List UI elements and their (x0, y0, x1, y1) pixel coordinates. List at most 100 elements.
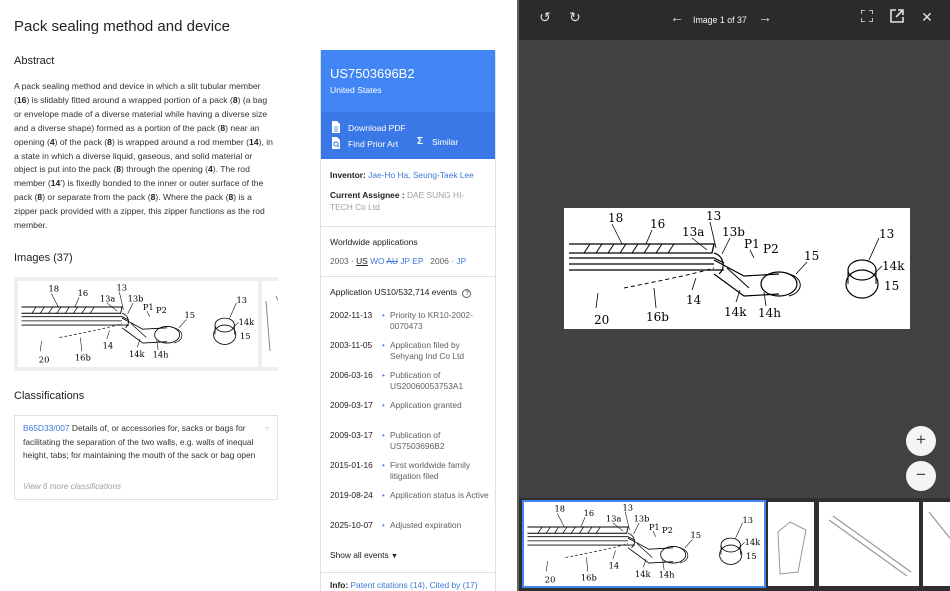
zoom-in-button[interactable]: + (906, 426, 936, 456)
citations-link[interactable]: Patent citations (14), Cited by (17) (350, 580, 477, 590)
event-description: Application status is Active (390, 489, 489, 500)
reference-numeral: 14 (249, 136, 259, 147)
find-prior-art-button[interactable]: Find Prior Art (330, 136, 486, 152)
patent-country: United States (330, 85, 382, 95)
inventor-label: Inventor: (330, 170, 366, 180)
assignee-label: Current Assignee : (330, 189, 405, 200)
close-icon[interactable]: ✕ (917, 9, 937, 26)
image-counter: Image 1 of 37 (693, 15, 747, 25)
search-document-icon (330, 136, 342, 152)
images-heading: Images (37) (14, 252, 73, 264)
classification-code-link[interactable]: B65D33/007 (23, 423, 70, 433)
page-title: Pack sealing method and device (14, 18, 230, 35)
rotate-left-icon[interactable]: ↺ (535, 9, 555, 26)
images-carousel[interactable] (14, 277, 278, 371)
chevron-down-icon[interactable]: ▿ (265, 422, 269, 436)
event-description: Application filed by Sehyang Ind Co Ltd (390, 339, 465, 361)
abstract-heading: Abstract (14, 55, 55, 67)
download-pdf-button[interactable]: Download PDF (330, 120, 486, 136)
ww-country-link[interactable]: AU (386, 256, 398, 266)
event-date: 2019-08-24 (330, 489, 373, 500)
patent-figure-thumbnail (928, 511, 950, 540)
event-date: 2006-03-16 (330, 369, 373, 380)
timeline-dot-icon: • (382, 400, 385, 410)
event-date: 2025-10-07 (330, 519, 373, 530)
abstract-segment: ) is wrapped around a rod member ( (111, 136, 250, 147)
patent-figure-thumbnail (21, 281, 256, 365)
ww-year: 2003 (330, 255, 349, 266)
event-description: Application granted (390, 399, 462, 410)
event-row: 2002-11-13 • Priority to KR10-2002-0070473 (321, 310, 495, 340)
patent-summary-panel: US7503696B2 United States Download PDF F… (320, 50, 496, 591)
zoom-out-button[interactable]: − (906, 461, 936, 491)
timeline-dot-icon: • (382, 430, 385, 440)
show-all-events-label: Show all events (330, 549, 389, 560)
image-thumbnail[interactable] (18, 281, 258, 367)
patent-number: US7503696B2 (330, 66, 415, 81)
similar-button[interactable]: Σ Similar (414, 136, 458, 147)
timeline-dot-icon: • (382, 310, 385, 320)
event-row: 2015-01-16 • First worldwide family litiga… (321, 460, 495, 490)
event-date: 2015-01-16 (330, 459, 373, 470)
filmstrip-thumbnail-selected[interactable] (522, 500, 766, 588)
event-row: 2025-10-07 • Adjusted expiration (321, 520, 495, 550)
ww-country-link[interactable]: JP (456, 256, 466, 266)
find-prior-art-label: Find Prior Art (348, 139, 399, 149)
patent-header-card: US7503696B2 United States (321, 50, 495, 112)
current-patent-image[interactable]: 18 16 13 13a 13b P1 P2 15 13 14k 15 20 1… (564, 208, 910, 329)
event-row: 2009-03-17 • Publication of US7503696B2 (321, 430, 495, 460)
inventor-links[interactable]: Jae-Ho Ha, Seung-Taek Lee (368, 170, 474, 180)
info-links: Info: Patent citations (14), Cited by (1… (321, 572, 495, 591)
patent-main-column: Pack sealing method and device Abstract … (0, 0, 300, 591)
open-in-new-icon[interactable] (887, 9, 907, 26)
patent-actions: Download PDF Find Prior Art Σ Similar (321, 112, 495, 159)
abstract-segment: ) of the pack ( (54, 136, 108, 147)
patent-figure-thumbnail (828, 515, 912, 577)
event-date: 2009-03-17 (330, 399, 373, 410)
info-label: Info: (330, 580, 349, 590)
abstract-segment: ) or separate from the pack ( (42, 192, 151, 203)
abstract-segment: ) is slidably fitted around a wrapped po… (26, 94, 233, 105)
arrow-right-icon[interactable]: → (755, 9, 775, 25)
reference-numeral: 16 (16, 94, 27, 105)
filmstrip-thumbnail[interactable] (923, 502, 950, 586)
chevron-down-icon: ▼ (391, 552, 398, 560)
show-all-events-button[interactable]: Show all events ▼ (321, 550, 495, 560)
patent-figure-thumbnail (777, 521, 807, 575)
ww-year: 2006 (430, 255, 449, 266)
timeline-dot-icon: • (382, 460, 385, 470)
classification-box: ▿ B65D33/007 Details of, or accessories … (14, 415, 278, 500)
ww-country-link[interactable]: WO (370, 256, 384, 266)
filmstrip-thumbnail[interactable] (768, 502, 814, 586)
event-date: 2003-11-05 (330, 339, 373, 350)
image-viewer: ↺ ↻ ← Image 1 of 37 → ✕ + − (517, 0, 950, 591)
arrow-left-icon[interactable]: ← (667, 9, 687, 25)
abstract-segment: ) through the opening ( (121, 164, 208, 175)
filmstrip-thumbnail[interactable] (819, 502, 919, 586)
worldwide-applications-list: 2003 · US WO AU JP EP 2006 · JP (330, 255, 467, 266)
ww-country-link[interactable]: EP (412, 256, 423, 266)
timeline-dot-icon: • (382, 340, 385, 350)
timeline-dot-icon: • (382, 490, 385, 500)
fullscreen-icon[interactable] (857, 9, 877, 25)
help-icon[interactable]: ? (462, 288, 472, 298)
viewer-toolbar: ↺ ↻ ← Image 1 of 37 → ✕ (519, 0, 950, 40)
events-heading: Application US10/532,714 events ? (321, 277, 495, 298)
event-row: 2009-03-17 • Application granted (321, 400, 495, 430)
event-row: 2006-03-16 • Publication of US20060053753A… (321, 370, 495, 400)
image-filmstrip (519, 498, 950, 591)
patent-figure-thumbnail (527, 502, 762, 585)
view-more-classifications-link[interactable]: View 6 more classifications (23, 480, 121, 494)
rotate-right-icon[interactable]: ↻ (565, 9, 585, 26)
abstract-segment: ). Where the pack ( (155, 192, 229, 203)
document-icon (330, 120, 342, 136)
reference-numeral: 14 (50, 178, 61, 189)
download-pdf-label: Download PDF (348, 123, 406, 133)
ww-country-link[interactable]: US (356, 256, 368, 266)
ww-country-link[interactable]: JP (400, 256, 410, 266)
events-timeline: 2002-11-13 • Priority to KR10-2002-0070473… (321, 310, 495, 550)
abstract-text: A pack sealing method and device in whic… (14, 80, 274, 233)
image-thumbnail[interactable] (262, 281, 278, 367)
patent-figure: 18 16 13 13a 13b P1 P2 15 13 14k 15 20 1… (568, 208, 906, 328)
patent-figure-thumbnail (265, 295, 278, 352)
